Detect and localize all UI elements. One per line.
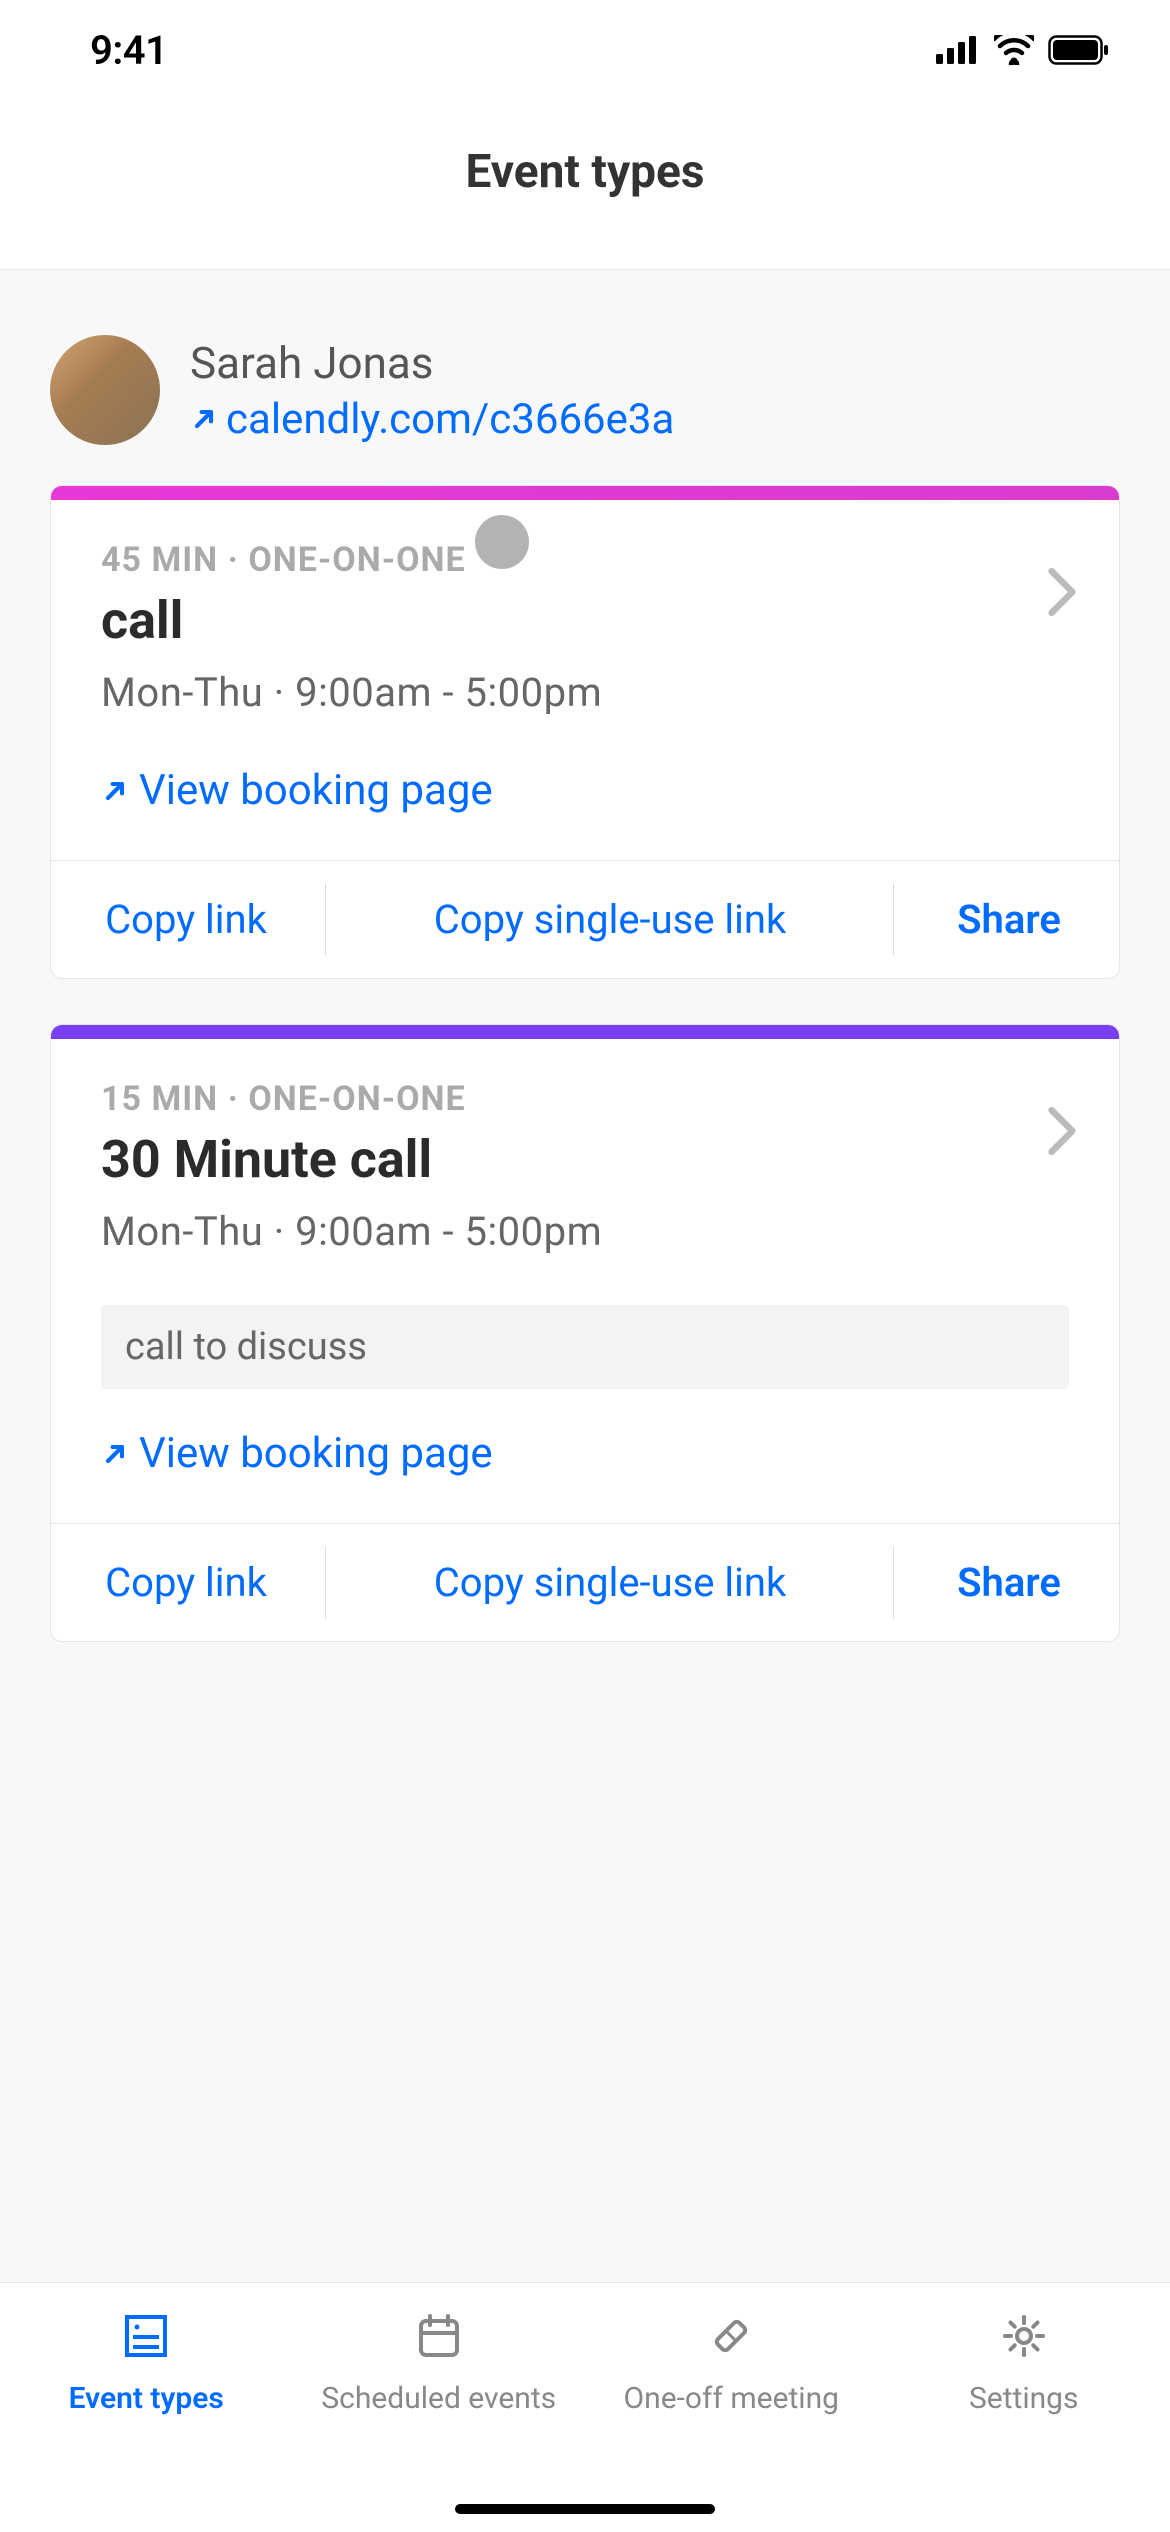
card-stripe [51, 486, 1119, 500]
profile-section: Sarah Jonas calendly.com/c3666e3a [50, 335, 1120, 445]
copy-single-use-button[interactable]: Copy single-use link [326, 1524, 894, 1641]
chevron-right-icon [1045, 1105, 1079, 1161]
tab-label: Scheduled events [321, 2379, 556, 2418]
event-schedule: Mon-Thu · 9:00am - 5:00pm [101, 1208, 1069, 1255]
header: Event types [0, 100, 1170, 270]
event-meta: 15 MIN · ONE-ON-ONE [101, 1079, 1069, 1119]
tab-event-types[interactable]: Event types [0, 2308, 293, 2532]
status-time: 9:41 [90, 27, 167, 74]
event-types-icon [118, 2308, 174, 2364]
profile-name: Sarah Jonas [190, 337, 674, 389]
status-icons [936, 35, 1110, 65]
ticket-icon [703, 2308, 759, 2364]
tab-one-off-meeting[interactable]: One-off meeting [585, 2308, 878, 2532]
battery-icon [1048, 35, 1110, 65]
copy-link-button[interactable]: Copy link [50, 1524, 326, 1641]
view-booking-link[interactable]: View booking page [101, 766, 1069, 815]
tab-settings[interactable]: Settings [878, 2308, 1170, 2532]
event-description: call to discuss [101, 1305, 1069, 1389]
copy-single-use-button[interactable]: Copy single-use link [326, 861, 894, 978]
card-actions: Copy link Copy single-use link Share [50, 860, 1120, 978]
event-meta: 45 MIN · ONE-ON-ONE [101, 540, 1069, 580]
view-booking-label: View booking page [139, 1429, 493, 1478]
tab-label: One-off meeting [624, 2379, 839, 2418]
view-booking-label: View booking page [139, 766, 493, 815]
share-button[interactable]: Share [894, 861, 1120, 978]
tab-label: Event types [69, 2379, 224, 2418]
wifi-icon [994, 35, 1034, 65]
home-indicator[interactable] [455, 2504, 715, 2514]
card-stripe [51, 1025, 1119, 1039]
event-title: 30 Minute call [101, 1129, 1069, 1190]
chevron-right-icon [1045, 566, 1079, 622]
cellular-icon [936, 36, 980, 64]
event-card[interactable]: 45 MIN · ONE-ON-ONE call Mon-Thu · 9:00a… [50, 485, 1120, 979]
event-title: call [101, 590, 1069, 651]
event-schedule: Mon-Thu · 9:00am - 5:00pm [101, 669, 1069, 716]
calendar-icon [411, 2308, 467, 2364]
avatar[interactable] [50, 335, 160, 445]
content: Sarah Jonas calendly.com/c3666e3a 45 MIN… [0, 270, 1170, 2282]
external-link-icon [101, 1440, 129, 1468]
page-title: Event types [466, 145, 705, 199]
copy-link-button[interactable]: Copy link [50, 861, 326, 978]
view-booking-link[interactable]: View booking page [101, 1429, 1069, 1478]
tab-scheduled-events[interactable]: Scheduled events [293, 2308, 586, 2532]
status-bar: 9:41 [0, 0, 1170, 100]
external-link-icon [101, 777, 129, 805]
event-card[interactable]: 15 MIN · ONE-ON-ONE 30 Minute call Mon-T… [50, 1024, 1120, 1642]
profile-link[interactable]: calendly.com/c3666e3a [190, 395, 674, 444]
tab-label: Settings [969, 2379, 1079, 2418]
tab-bar: Event types Scheduled events One-off mee… [0, 2282, 1170, 2532]
profile-link-text: calendly.com/c3666e3a [226, 395, 674, 444]
external-link-icon [190, 405, 218, 433]
card-actions: Copy link Copy single-use link Share [50, 1523, 1120, 1641]
touch-indicator-icon [475, 515, 529, 569]
share-button[interactable]: Share [894, 1524, 1120, 1641]
gear-icon [996, 2308, 1052, 2364]
